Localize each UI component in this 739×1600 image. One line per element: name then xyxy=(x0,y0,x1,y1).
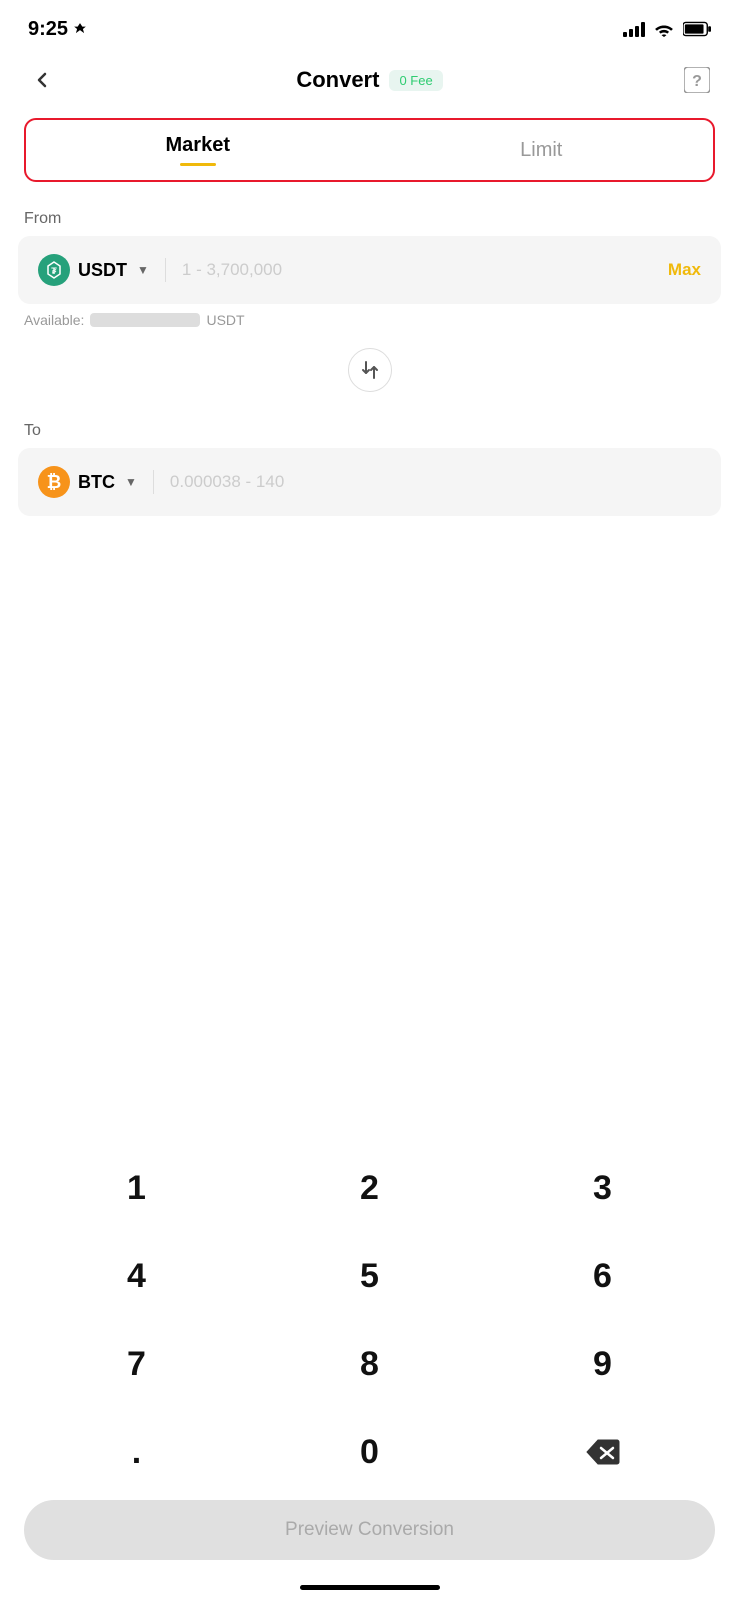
header: Convert 0 Fee ? xyxy=(0,52,739,108)
svg-text:?: ? xyxy=(692,73,702,90)
available-row: Available: USDT xyxy=(0,304,739,336)
numpad-row-4: . 0 xyxy=(20,1412,719,1492)
swap-container xyxy=(0,336,739,404)
backspace-icon xyxy=(585,1438,621,1466)
key-dot[interactable]: . xyxy=(37,1412,237,1492)
numpad-row-1: 1 2 3 xyxy=(20,1148,719,1228)
from-chevron-icon: ▼ xyxy=(137,263,149,277)
swap-icon xyxy=(359,359,381,381)
tab-limit-label: Limit xyxy=(520,139,562,162)
key-0[interactable]: 0 xyxy=(270,1412,470,1492)
home-indicator xyxy=(300,1585,440,1590)
available-label: Available: xyxy=(24,312,84,328)
from-divider xyxy=(165,258,166,282)
key-7[interactable]: 7 xyxy=(37,1324,237,1404)
back-button[interactable] xyxy=(24,62,60,98)
numpad-row-3: 7 8 9 xyxy=(20,1324,719,1404)
from-range: 1 - 3,700,000 xyxy=(182,260,656,280)
preview-btn-container: Preview Conversion xyxy=(24,1500,715,1560)
numpad: 1 2 3 4 5 6 7 8 9 . 0 xyxy=(0,1148,739,1500)
help-icon: ? xyxy=(684,67,710,93)
to-chevron-icon: ▼ xyxy=(125,475,137,489)
to-divider xyxy=(153,470,154,494)
from-currency-name: USDT xyxy=(78,260,127,281)
to-label: To xyxy=(0,404,739,448)
time-display: 9:25 xyxy=(28,18,68,41)
numpad-row-2: 4 5 6 xyxy=(20,1236,719,1316)
signal-bars xyxy=(623,21,645,37)
key-5[interactable]: 5 xyxy=(270,1236,470,1316)
help-button[interactable]: ? xyxy=(679,62,715,98)
max-button[interactable]: Max xyxy=(668,260,701,280)
header-title: Convert xyxy=(296,67,379,93)
tab-market-underline xyxy=(180,163,216,166)
battery-icon xyxy=(683,21,711,37)
tab-limit[interactable]: Limit xyxy=(370,120,714,180)
svg-text:₮: ₮ xyxy=(51,266,57,276)
tab-switcher: Market Limit xyxy=(24,118,715,182)
available-currency: USDT xyxy=(206,312,244,328)
preview-conversion-button[interactable]: Preview Conversion xyxy=(24,1500,715,1560)
to-range: 0.000038 - 140 xyxy=(170,472,701,492)
tab-market[interactable]: Market xyxy=(26,120,370,180)
location-icon xyxy=(73,22,87,36)
from-currency-selector[interactable]: ₮ USDT ▼ xyxy=(38,254,149,286)
usdt-icon: ₮ xyxy=(38,254,70,286)
btc-icon: ₿ xyxy=(38,466,70,498)
key-8[interactable]: 8 xyxy=(270,1324,470,1404)
to-currency-box: ₿ BTC ▼ 0.000038 - 140 xyxy=(18,448,721,516)
status-time: 9:25 xyxy=(28,18,87,41)
key-1[interactable]: 1 xyxy=(37,1148,237,1228)
available-amount-blur xyxy=(90,313,200,327)
from-label: From xyxy=(0,192,739,236)
key-2[interactable]: 2 xyxy=(270,1148,470,1228)
key-backspace[interactable] xyxy=(503,1412,703,1492)
wifi-icon xyxy=(653,21,675,37)
header-center: Convert 0 Fee xyxy=(296,67,442,93)
fee-badge: 0 Fee xyxy=(389,70,442,91)
key-4[interactable]: 4 xyxy=(37,1236,237,1316)
to-currency-name: BTC xyxy=(78,472,115,493)
status-bar: 9:25 xyxy=(0,0,739,52)
tab-market-label: Market xyxy=(166,134,230,157)
to-currency-selector[interactable]: ₿ BTC ▼ xyxy=(38,466,137,498)
status-icons xyxy=(623,21,711,37)
swap-button[interactable] xyxy=(348,348,392,392)
from-currency-box: ₮ USDT ▼ 1 - 3,700,000 Max xyxy=(18,236,721,304)
key-6[interactable]: 6 xyxy=(503,1236,703,1316)
key-3[interactable]: 3 xyxy=(503,1148,703,1228)
key-9[interactable]: 9 xyxy=(503,1324,703,1404)
